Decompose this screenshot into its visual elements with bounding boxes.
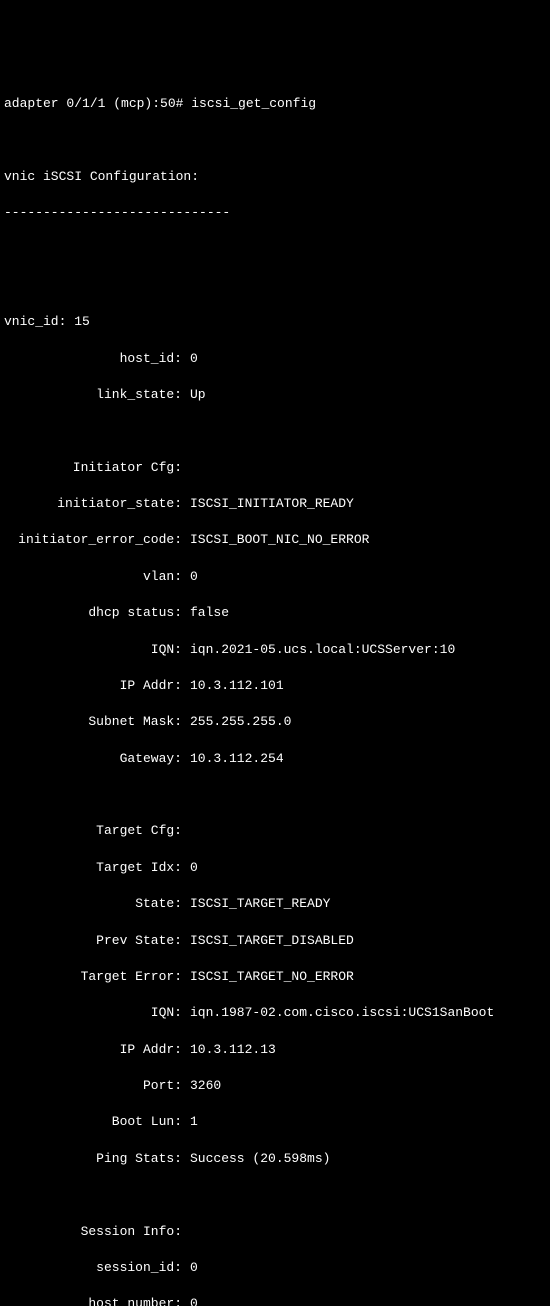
link-state-value: Up — [182, 386, 206, 404]
iqn-value: iqn.2021-05.ucs.local:UCSServer:10 — [182, 641, 455, 659]
host-number-line: host_number:0 — [4, 1295, 546, 1306]
gateway-line: Gateway:10.3.112.254 — [4, 750, 546, 768]
initiator-state-line: initiator_state:ISCSI_INITIATOR_READY — [4, 495, 546, 513]
host-id-value: 0 — [182, 350, 198, 368]
subnet-mask-value: 255.255.255.0 — [182, 713, 291, 731]
initiator-state-label: initiator_state: — [4, 495, 182, 513]
state-label: State: — [4, 895, 182, 913]
iqn-line: IQN:iqn.2021-05.ucs.local:UCSServer:10 — [4, 641, 546, 659]
subnet-mask-line: Subnet Mask:255.255.255.0 — [4, 713, 546, 731]
blank-line — [4, 1186, 546, 1204]
command: iscsi_get_config — [191, 96, 316, 111]
gateway-label: Gateway: — [4, 750, 182, 768]
session-id-line: session_id:0 — [4, 1259, 546, 1277]
header: vnic iSCSI Configuration: — [4, 168, 546, 186]
target-ip-addr-label: IP Addr: — [4, 1041, 182, 1059]
session-info-line: Session Info: — [4, 1223, 546, 1241]
target-ip-addr-line: IP Addr:10.3.112.13 — [4, 1041, 546, 1059]
boot-lun-line: Boot Lun:1 — [4, 1113, 546, 1131]
boot-lun-value: 1 — [182, 1113, 198, 1131]
divider: ----------------------------- — [4, 204, 546, 222]
prev-state-value: ISCSI_TARGET_DISABLED — [182, 932, 354, 950]
target-iqn-label: IQN: — [4, 1004, 182, 1022]
port-value: 3260 — [182, 1077, 221, 1095]
ping-stats-value: Success (20.598ms) — [182, 1150, 330, 1168]
dhcp-status-value: false — [182, 604, 229, 622]
gateway-value: 10.3.112.254 — [182, 750, 284, 768]
vnic-id-label: vnic_id: — [4, 314, 66, 329]
session-id-value: 0 — [182, 1259, 198, 1277]
target-cfg-label: Target Cfg: — [4, 822, 182, 840]
vlan-value: 0 — [182, 568, 198, 586]
host-number-label: host_number: — [4, 1295, 182, 1306]
state-line: State:ISCSI_TARGET_READY — [4, 895, 546, 913]
target-error-value: ISCSI_TARGET_NO_ERROR — [182, 968, 354, 986]
host-id-label: host_id: — [4, 350, 182, 368]
ip-addr-value: 10.3.112.101 — [182, 677, 284, 695]
prompt: adapter 0/1/1 (mcp):50# — [4, 96, 191, 111]
blank-line — [4, 277, 546, 295]
vlan-label: vlan: — [4, 568, 182, 586]
link-state-label: link_state: — [4, 386, 182, 404]
dhcp-status-label: dhcp status: — [4, 604, 182, 622]
target-idx-line: Target Idx:0 — [4, 859, 546, 877]
port-line: Port:3260 — [4, 1077, 546, 1095]
prev-state-label: Prev State: — [4, 932, 182, 950]
session-id-label: session_id: — [4, 1259, 182, 1277]
target-idx-label: Target Idx: — [4, 859, 182, 877]
initiator-state-value: ISCSI_INITIATOR_READY — [182, 495, 354, 513]
target-ip-addr-value: 10.3.112.13 — [182, 1041, 276, 1059]
ip-addr-label: IP Addr: — [4, 677, 182, 695]
blank-line — [4, 422, 546, 440]
target-error-line: Target Error:ISCSI_TARGET_NO_ERROR — [4, 968, 546, 986]
target-error-label: Target Error: — [4, 968, 182, 986]
initiator-cfg-label: Initiator Cfg: — [4, 459, 182, 477]
blank-line — [4, 786, 546, 804]
ip-addr-line: IP Addr:10.3.112.101 — [4, 677, 546, 695]
blank-line — [4, 131, 546, 149]
state-value: ISCSI_TARGET_READY — [182, 895, 330, 913]
port-label: Port: — [4, 1077, 182, 1095]
boot-lun-label: Boot Lun: — [4, 1113, 182, 1131]
terminal-output[interactable]: adapter 0/1/1 (mcp):50# iscsi_get_config… — [4, 77, 546, 1306]
prev-state-line: Prev State:ISCSI_TARGET_DISABLED — [4, 932, 546, 950]
initiator-cfg-line: Initiator Cfg: — [4, 459, 546, 477]
host-id-line: host_id:0 — [4, 350, 546, 368]
vnic-id-value: 15 — [74, 314, 90, 329]
target-iqn-value: iqn.1987-02.com.cisco.iscsi:UCS1SanBoot — [182, 1004, 494, 1022]
prompt-line-1: adapter 0/1/1 (mcp):50# iscsi_get_config — [4, 95, 546, 113]
vnic-id-line: vnic_id: 15 — [4, 313, 546, 331]
link-state-line: link_state:Up — [4, 386, 546, 404]
target-iqn-line: IQN:iqn.1987-02.com.cisco.iscsi:UCS1SanB… — [4, 1004, 546, 1022]
iqn-label: IQN: — [4, 641, 182, 659]
initiator-error-code-label: initiator_error_code: — [4, 531, 182, 549]
host-number-value: 0 — [182, 1295, 198, 1306]
target-cfg-line: Target Cfg: — [4, 822, 546, 840]
blank-line — [4, 240, 546, 258]
target-idx-value: 0 — [182, 859, 198, 877]
vlan-line: vlan:0 — [4, 568, 546, 586]
dhcp-status-line: dhcp status:false — [4, 604, 546, 622]
session-info-label: Session Info: — [4, 1223, 182, 1241]
ping-stats-label: Ping Stats: — [4, 1150, 182, 1168]
ping-stats-line: Ping Stats:Success (20.598ms) — [4, 1150, 546, 1168]
initiator-error-code-value: ISCSI_BOOT_NIC_NO_ERROR — [182, 531, 369, 549]
subnet-mask-label: Subnet Mask: — [4, 713, 182, 731]
initiator-error-code-line: initiator_error_code:ISCSI_BOOT_NIC_NO_E… — [4, 531, 546, 549]
